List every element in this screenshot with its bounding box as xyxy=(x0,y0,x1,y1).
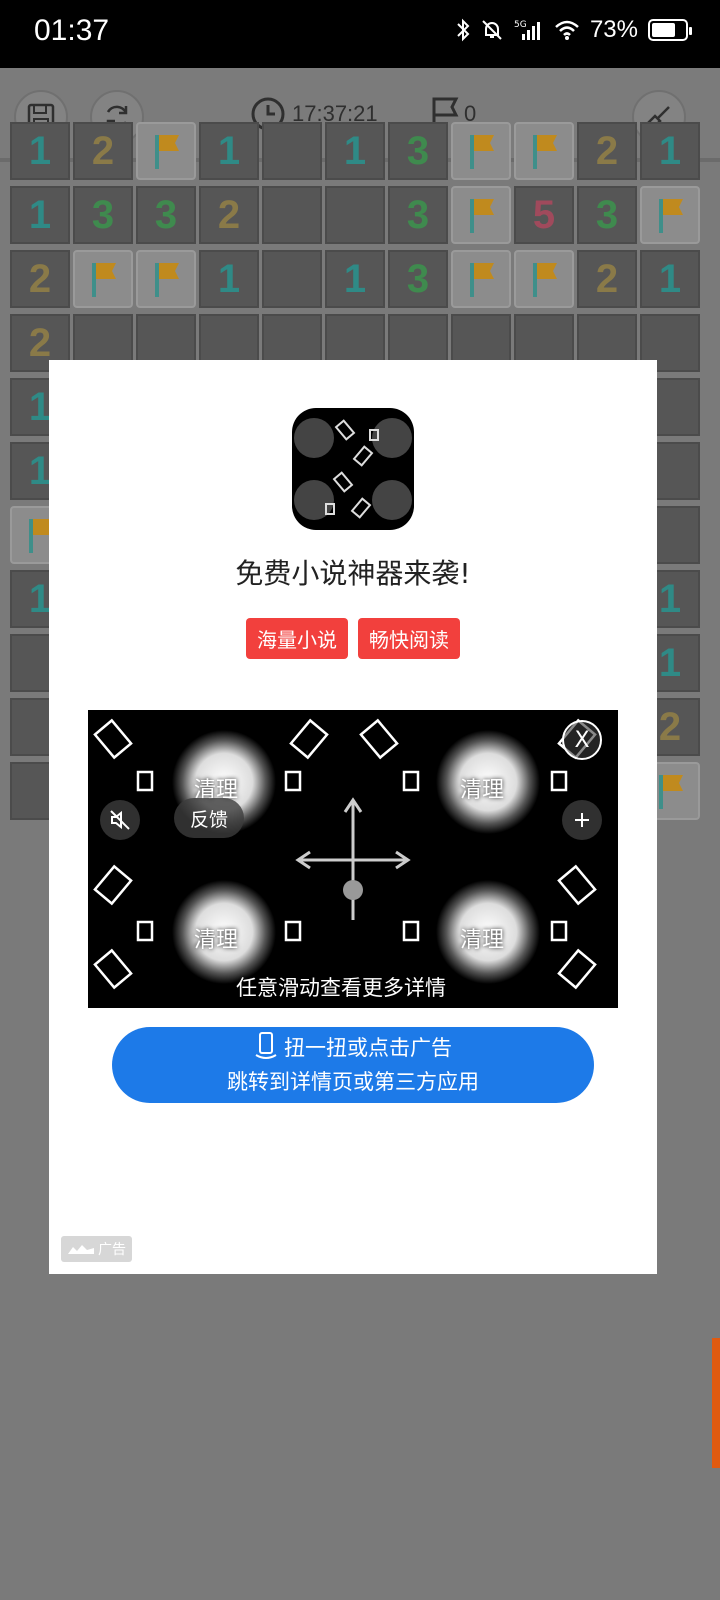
signal-5g-icon: 5G xyxy=(514,20,540,40)
swipe-hint: 任意滑动查看更多详情 xyxy=(236,976,446,1000)
board-cell[interactable]: 1 xyxy=(199,122,259,180)
mute-button[interactable] xyxy=(100,800,140,840)
flag-icon xyxy=(533,263,557,297)
board-cell[interactable]: 1 xyxy=(10,186,70,244)
board-cell[interactable]: 2 xyxy=(577,250,637,308)
close-button[interactable]: X xyxy=(562,720,602,760)
board-cell[interactable] xyxy=(451,186,511,244)
battery-percent: 73% xyxy=(589,16,638,43)
board-cell[interactable]: 1 xyxy=(640,122,700,180)
board-cell[interactable] xyxy=(451,250,511,308)
speaker-muted-icon xyxy=(110,810,130,830)
board-cell[interactable]: 3 xyxy=(388,250,448,308)
board-cell[interactable] xyxy=(73,250,133,308)
flag-icon xyxy=(470,135,494,169)
ad-badge-text: 广告 xyxy=(98,1242,126,1258)
flag-icon xyxy=(470,263,494,297)
bell-muted-icon xyxy=(482,20,502,40)
flag-icon xyxy=(659,775,683,809)
board-cell[interactable] xyxy=(325,186,385,244)
board-cell[interactable] xyxy=(451,122,511,180)
board-cell[interactable] xyxy=(262,122,322,180)
board-cell[interactable]: 1 xyxy=(199,250,259,308)
edge-indicator xyxy=(712,1338,720,1468)
svg-text:5G: 5G xyxy=(514,20,527,30)
plus-icon xyxy=(575,813,589,827)
ad-dialog[interactable]: 免费小说神器来袭! 海量小说 畅快阅读 清理 清理 清理 清理 反馈 X 任意滑… xyxy=(49,360,657,1274)
ad-tag: 畅快阅读 xyxy=(358,618,460,659)
board-cell[interactable]: 3 xyxy=(136,186,196,244)
flag-icon xyxy=(533,135,557,169)
board-cell[interactable]: 2 xyxy=(73,122,133,180)
board-cell[interactable]: 5 xyxy=(514,186,574,244)
wave-icon xyxy=(68,1245,94,1254)
ad-video-artwork xyxy=(93,718,597,990)
video-label: 清理 xyxy=(194,928,239,953)
board-cell[interactable]: 1 xyxy=(640,250,700,308)
status-bar: 01:37 5G 73% xyxy=(0,0,720,68)
board-cell[interactable]: 3 xyxy=(73,186,133,244)
expand-button[interactable] xyxy=(562,800,602,840)
ad-title[interactable]: 免费小说神器来袭! xyxy=(49,552,657,592)
cta-line-1-text: 扭一扭或点击广告 xyxy=(284,1036,452,1060)
video-label: 清理 xyxy=(460,778,505,803)
board-cell[interactable]: 1 xyxy=(325,250,385,308)
ad-cta-button[interactable]: 扭一扭或点击广告 跳转到详情页或第三方应用 xyxy=(112,1027,594,1103)
board-cell[interactable]: 2 xyxy=(10,250,70,308)
board-cell[interactable]: 2 xyxy=(577,122,637,180)
cta-line-2: 跳转到详情页或第三方应用 xyxy=(227,1070,479,1094)
flag-icon xyxy=(155,263,179,297)
video-label: 清理 xyxy=(460,928,505,953)
board-cell[interactable] xyxy=(262,186,322,244)
board-cell[interactable] xyxy=(136,250,196,308)
ad-badge: 广告 xyxy=(61,1236,132,1262)
phone-shake-icon xyxy=(255,1032,277,1059)
board-cell[interactable]: 1 xyxy=(10,122,70,180)
bluetooth-icon xyxy=(457,18,470,42)
ad-tags: 海量小说 畅快阅读 xyxy=(49,618,657,659)
board-cell[interactable]: 3 xyxy=(577,186,637,244)
board-cell[interactable] xyxy=(136,122,196,180)
board-cell[interactable]: 2 xyxy=(199,186,259,244)
status-time: 01:37 xyxy=(34,14,110,47)
flag-icon xyxy=(659,199,683,233)
board-cell[interactable] xyxy=(514,250,574,308)
wifi-icon xyxy=(555,20,579,40)
board-cell[interactable]: 3 xyxy=(388,122,448,180)
battery-icon xyxy=(648,19,692,41)
flag-icon xyxy=(155,135,179,169)
cta-line-1: 扭一扭或点击广告 xyxy=(112,1031,594,1065)
board-cell[interactable] xyxy=(514,122,574,180)
board-cell[interactable] xyxy=(262,250,322,308)
feedback-button[interactable]: 反馈 xyxy=(174,798,244,838)
ad-tag: 海量小说 xyxy=(246,618,348,659)
board-cell[interactable] xyxy=(640,186,700,244)
app-logo xyxy=(292,408,414,530)
ad-video[interactable]: 清理 清理 清理 清理 反馈 X 任意滑动查看更多详情 xyxy=(88,710,618,1008)
flag-icon xyxy=(92,263,116,297)
status-icons: 5G 73% xyxy=(456,16,692,44)
board-cell[interactable]: 3 xyxy=(388,186,448,244)
flag-icon xyxy=(470,199,494,233)
board-cell[interactable]: 1 xyxy=(325,122,385,180)
